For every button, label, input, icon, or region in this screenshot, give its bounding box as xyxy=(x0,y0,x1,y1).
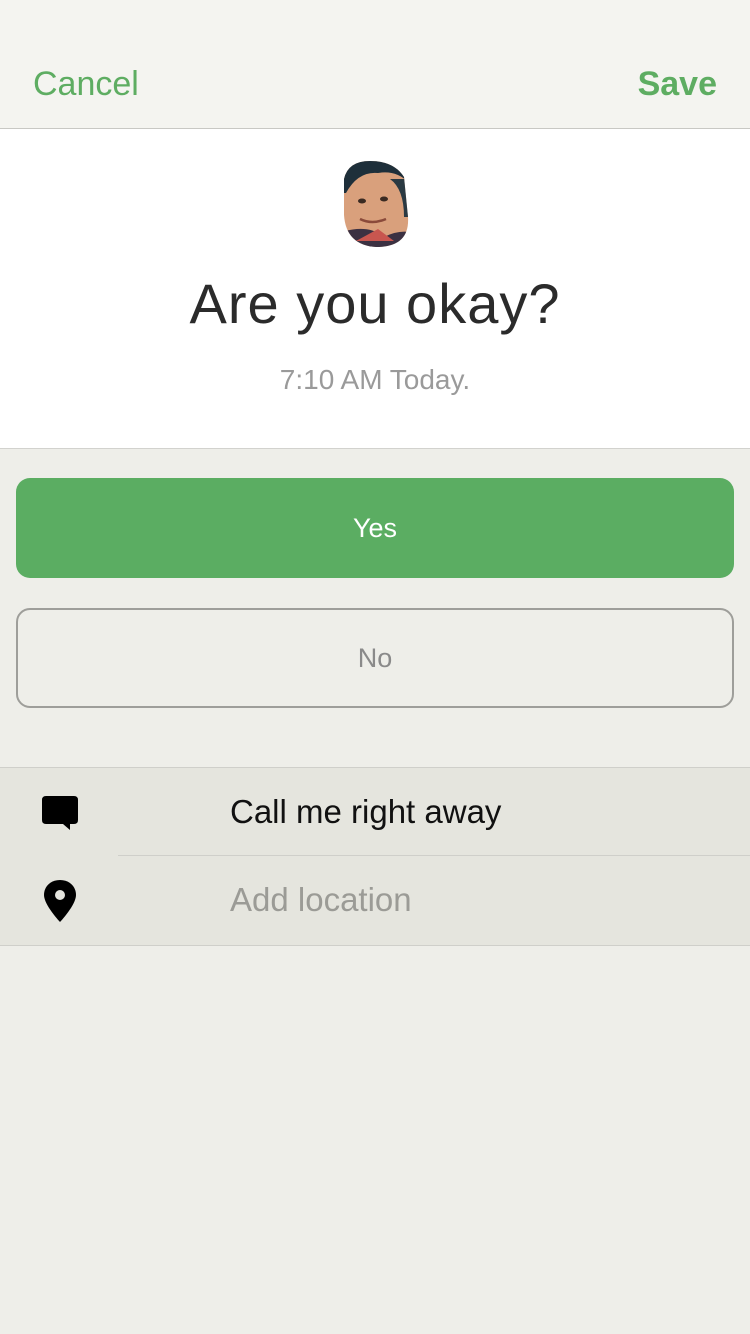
no-button[interactable]: No xyxy=(16,608,734,708)
speech-bubble-icon xyxy=(42,796,78,830)
options-list: Call me right away Add location xyxy=(0,767,750,946)
nav-bar: Cancel Save xyxy=(0,0,750,129)
header-card: Are you okay? 7:10 AM Today. xyxy=(0,129,750,449)
map-pin-icon xyxy=(44,880,76,922)
add-location-row[interactable]: Add location xyxy=(0,856,750,944)
avatar xyxy=(344,161,409,247)
call-option-label: Call me right away xyxy=(230,793,502,830)
timestamp: 7:10 AM Today. xyxy=(279,364,471,395)
add-location-placeholder: Add location xyxy=(230,881,412,918)
call-option-row[interactable]: Call me right away xyxy=(0,768,750,856)
page-title: Are you okay? xyxy=(189,272,561,335)
save-button[interactable]: Save xyxy=(638,62,717,106)
cancel-button[interactable]: Cancel xyxy=(33,62,139,106)
yes-button[interactable]: Yes xyxy=(16,478,734,578)
